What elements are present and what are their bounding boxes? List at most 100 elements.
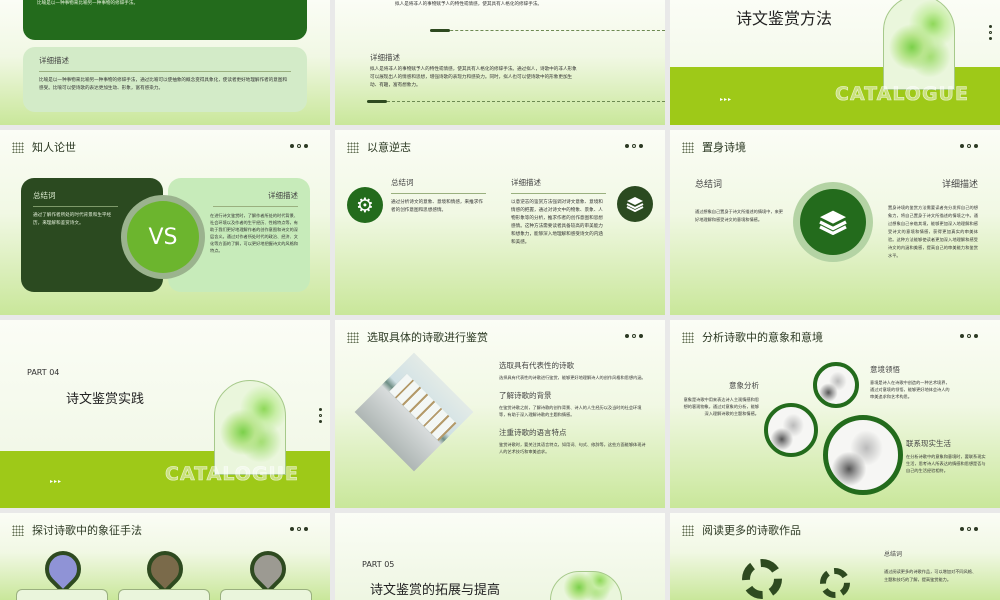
grid-icon <box>347 141 359 153</box>
detail-text: 比喻是以一种事物来比喻另一种事物的修辞手法，通过比喻可以使抽象的概念变得具象化，… <box>39 78 288 91</box>
detail-text: 以意逆志的鉴赏方法强调对诗文意象、意境和情感的把握，通过对诗文中的物象、景象、人… <box>511 200 603 245</box>
summary-title: 总结词 <box>695 180 723 190</box>
grid-icon <box>682 524 694 536</box>
detail-text: 拟人是将非人的事物赋予人的特性或情感，使其具有人格化的修辞手法。通过拟人，诗歌中… <box>370 67 577 88</box>
item-title: 注重诗歌的语言特点 <box>499 428 567 437</box>
pager-dots <box>319 408 322 423</box>
item-text: 鉴赏诗歌时，要关注其语言特点，如用词、句式、修辞等，这些方面能够体现诗人的艺术技… <box>499 442 646 454</box>
summary-text: 通过想象自己置身于诗文所描述的情境中，来更好地理解和感受诗文的意境和情感。 <box>695 209 783 222</box>
section-title: 诗文鉴赏的拓展与提高 <box>370 583 501 598</box>
detail-title: 详细描述 <box>370 53 400 62</box>
gear-icon <box>820 568 850 598</box>
gear-icon <box>742 559 782 599</box>
summary-text: 通过分析诗文的意象、意境和情感，来推求作者的创作意图和思想感情。 <box>391 200 483 213</box>
section-title: 诗文鉴赏实践 <box>66 392 145 407</box>
ink-painting-image <box>813 362 859 408</box>
slide-thumbnail-8[interactable]: 选取具体的诗歌进行鉴赏 选取具有代表性的诗歌 选择具有代表性的诗歌进行鉴赏，能够… <box>335 320 665 508</box>
top-text: 拟人是将非人的事物赋予人的特性或情感，使其具有人格化的修辞手法。 <box>395 2 543 7</box>
slide-thumbnail-12[interactable]: 阅读更多的诗歌作品 总结词 通过阅读更多的诗歌作品，可以增加对不同风格、主题和技… <box>670 513 1000 600</box>
divider <box>511 193 606 194</box>
detail-box: 详细描述 比喻是以一种事物来比喻另一种事物的修辞手法，通过比喻可以使抽象的概念变… <box>23 47 307 112</box>
detail-title: 详细描述 <box>941 180 978 190</box>
item-title: 意境领悟 <box>870 365 900 374</box>
watermark: CATALOGUE <box>165 463 299 486</box>
slide-thumbnail-7[interactable]: PART 04 诗文鉴赏实践 CATALOGUE ▸▸▸ <box>0 320 330 508</box>
grid-icon <box>682 331 694 343</box>
list-item: 注重诗歌的语言特点 鉴赏诗歌时，要关注其语言特点，如用词、句式、修辞等，这些方面… <box>499 427 649 455</box>
divider <box>430 29 665 32</box>
grid-icon <box>12 141 24 153</box>
slide-thumbnail-6[interactable]: 置身诗境 总结词 通过想象自己置身于诗文所描述的情境中，来更好地理解和感受诗文的… <box>670 130 1000 315</box>
divider <box>39 71 291 72</box>
slide-thumbnail-2[interactable]: 拟人是将非人的事物赋予人的特性或情感，使其具有人格化的修辞手法。 详细描述 拟人… <box>335 0 665 125</box>
pager-dots <box>290 527 308 531</box>
grid-icon <box>12 524 24 536</box>
classroom-image <box>354 352 474 472</box>
summary-text: 通过了解作者所处的时代背景和生平经历，来理解和鉴赏诗文。 <box>33 213 112 226</box>
arrows-icon: ▸▸▸ <box>50 478 63 485</box>
item-text: 选择具有代表性的诗歌进行鉴赏，能够更好地理解诗人的创作风格和思想内涵。 <box>499 375 646 380</box>
detail-text: 在进行诗文鉴赏时，了解作者所处的时代背景、社会环境以及作者的生平经历、性格特点等… <box>210 213 298 253</box>
slide-title: 置身诗境 <box>702 141 746 154</box>
card <box>118 589 210 600</box>
layers-icon <box>617 186 653 222</box>
summary-text: 比喻是以一种事物来比喻另一种事物的修辞手法。 <box>37 1 139 6</box>
part-label: PART 04 <box>27 368 60 377</box>
divider <box>213 206 298 207</box>
map-pin-image <box>242 543 294 595</box>
layers-icon <box>800 189 866 255</box>
list-item: 了解诗歌的背景 在鉴赏诗歌之前，了解诗歌的创作背景、诗人的人生经历以及当时的社会… <box>499 390 649 418</box>
slide-title: 分析诗歌中的意象和意境 <box>702 331 823 344</box>
summary-title: 总结词 <box>33 191 56 200</box>
divider <box>391 193 486 194</box>
slide-thumbnail-1[interactable]: 比喻是以一种事物来比喻另一种事物的修辞手法。 详细描述 比喻是以一种事物来比喻另… <box>0 0 330 125</box>
arrows-icon: ▸▸▸ <box>720 96 733 103</box>
item-text: 在分析诗歌中的意象和意境时，要联系现实生活，思考诗人所表达的情感和思想是否与自己… <box>906 454 986 473</box>
item-title: 了解诗歌的背景 <box>499 391 552 400</box>
card <box>16 589 108 600</box>
slide-title: 阅读更多的诗歌作品 <box>702 524 801 537</box>
grid-icon <box>682 141 694 153</box>
pager-dots <box>960 334 978 338</box>
list-item: 选取具有代表性的诗歌 选择具有代表性的诗歌进行鉴赏，能够更好地理解诗人的创作风格… <box>499 360 649 381</box>
pager-dots <box>625 334 643 338</box>
card <box>220 589 312 600</box>
pager-dots <box>625 144 643 148</box>
slide-title: 探讨诗歌中的象征手法 <box>32 524 142 537</box>
slide-title: 选取具体的诗歌进行鉴赏 <box>367 331 488 344</box>
slide-thumbnail-9[interactable]: 分析诗歌中的意象和意境 意象分析 意象是诗歌中用来表达诗人主观情感和思想的客观物… <box>670 320 1000 508</box>
map-pin-image <box>37 543 89 595</box>
pager-dots <box>960 144 978 148</box>
divider <box>367 100 665 103</box>
slide-thumbnail-11[interactable]: PART 05 诗文鉴赏的拓展与提高 <box>335 513 665 600</box>
watermark: CATALOGUE <box>835 83 969 106</box>
slide-thumbnail-10[interactable]: 探讨诗歌中的象征手法 <box>0 513 330 600</box>
grid-icon <box>347 331 359 343</box>
divider <box>33 206 118 207</box>
pager-dots <box>989 25 992 40</box>
part-label: PART 05 <box>362 560 395 569</box>
item-title: 意象分析 <box>729 381 759 390</box>
ink-painting-image <box>764 403 818 457</box>
flower-arch-image <box>214 380 286 475</box>
gear-icon: ⚙ <box>347 187 383 223</box>
detail-title: 详细描述 <box>511 178 541 187</box>
pager-dots <box>290 144 308 148</box>
slide-thumbnail-4[interactable]: 知人论世 总结词 通过了解作者所处的时代背景和生平经历，来理解和鉴赏诗文。 详细… <box>0 130 330 315</box>
slide-thumbnail-5[interactable]: 以意逆志 ⚙ 总结词 通过分析诗文的意象、意境和情感，来推求作者的创作意图和思想… <box>335 130 665 315</box>
summary-title: 总结词 <box>391 178 414 187</box>
detail-text: 置身诗境的鉴赏方法需要读者充分发挥自己的想象力，将自己置身于诗文所描述的情境之中… <box>888 205 978 258</box>
layers-ring <box>793 182 873 262</box>
detail-title: 详细描述 <box>39 56 69 65</box>
slide-thumbnail-3[interactable]: 诗文鉴赏方法 CATALOGUE ▸▸▸ <box>670 0 1000 125</box>
slide-title: 知人论世 <box>32 141 76 154</box>
ink-painting-image <box>823 415 903 495</box>
pager-dots <box>960 527 978 531</box>
summary-text: 通过阅读更多的诗歌作品，可以增加对不同风格、主题和技巧的了解，提高鉴赏能力。 <box>884 569 977 582</box>
item-text: 在鉴赏诗歌之前，了解诗歌的创作背景、诗人的人生经历以及当时的社会环境等，有助于深… <box>499 405 642 417</box>
map-pin-image <box>139 543 191 595</box>
item-title: 联系现实生活 <box>906 439 951 448</box>
summary-title: 总结词 <box>884 551 903 558</box>
vs-badge: VS <box>127 201 199 273</box>
item-text: 意境是诗人在诗歌中创造的一种艺术境界，通过对意境的领悟，能够更好地体会诗人的审美… <box>870 380 950 399</box>
